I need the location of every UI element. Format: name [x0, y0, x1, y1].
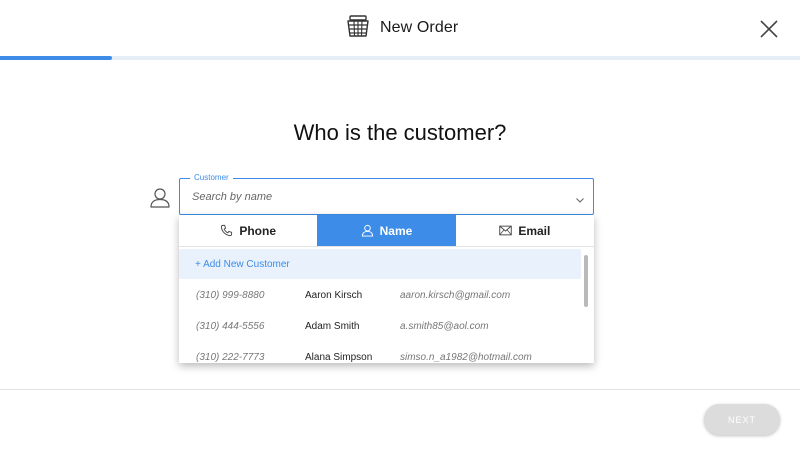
customer-field[interactable]: Customer — [179, 173, 594, 215]
page-title: New Order — [380, 19, 459, 36]
header: New Order — [0, 0, 800, 56]
close-button[interactable] — [756, 16, 782, 42]
customer-phone: (310) 444-5556 — [196, 321, 265, 332]
customer-phone: (310) 222-7773 — [196, 352, 265, 363]
next-button[interactable]: NEXT — [704, 404, 780, 435]
person-icon — [361, 224, 373, 237]
customer-phone: (310) 999-8880 — [196, 290, 265, 301]
progress-bar — [0, 56, 800, 60]
customer-dropdown: Phone Name Email + Add New Customer (310… — [179, 215, 594, 363]
progress-fill — [0, 56, 112, 60]
list-scrollbar[interactable] — [584, 255, 588, 307]
customer-name: Alana Simpson — [305, 352, 373, 363]
customer-email: simso.n_a1982@hotmail.com — [400, 352, 532, 363]
envelope-icon — [499, 225, 513, 236]
customer-list: + Add New Customer (310) 999-8880 Aaron … — [179, 247, 594, 363]
customer-name: Adam Smith — [305, 321, 360, 332]
list-item[interactable]: (310) 444-5556 Adam Smith a.smith85@aol.… — [179, 311, 581, 342]
tab-phone-label: Phone — [239, 223, 276, 238]
customer-field-label: Customer — [190, 173, 233, 183]
list-item[interactable]: (310) 222-7773 Alana Simpson simso.n_a19… — [179, 342, 581, 363]
tab-email-label: Email — [518, 223, 551, 238]
phone-icon — [221, 224, 233, 237]
header-title-group: New Order — [346, 14, 458, 42]
person-icon — [148, 186, 172, 210]
customer-email: aaron.kirsch@gmail.com — [400, 290, 511, 301]
question-heading: Who is the customer? — [293, 120, 507, 145]
close-icon — [760, 20, 778, 38]
tab-name-label: Name — [379, 223, 413, 238]
customer-search-input[interactable] — [192, 187, 552, 207]
search-mode-tabs: Phone Name Email — [179, 215, 594, 247]
tab-name[interactable]: Name — [317, 215, 456, 246]
footer-divider — [0, 389, 800, 390]
tab-email[interactable]: Email — [456, 215, 594, 246]
add-new-customer-button[interactable]: + Add New Customer — [179, 249, 581, 279]
tab-phone[interactable]: Phone — [179, 215, 317, 246]
chevron-down-icon[interactable] — [575, 192, 585, 203]
customer-name: Aaron Kirsch — [305, 290, 363, 301]
basket-icon — [346, 14, 370, 43]
customer-email: a.smith85@aol.com — [400, 321, 489, 332]
list-item[interactable]: (310) 999-8880 Aaron Kirsch aaron.kirsch… — [179, 280, 581, 311]
